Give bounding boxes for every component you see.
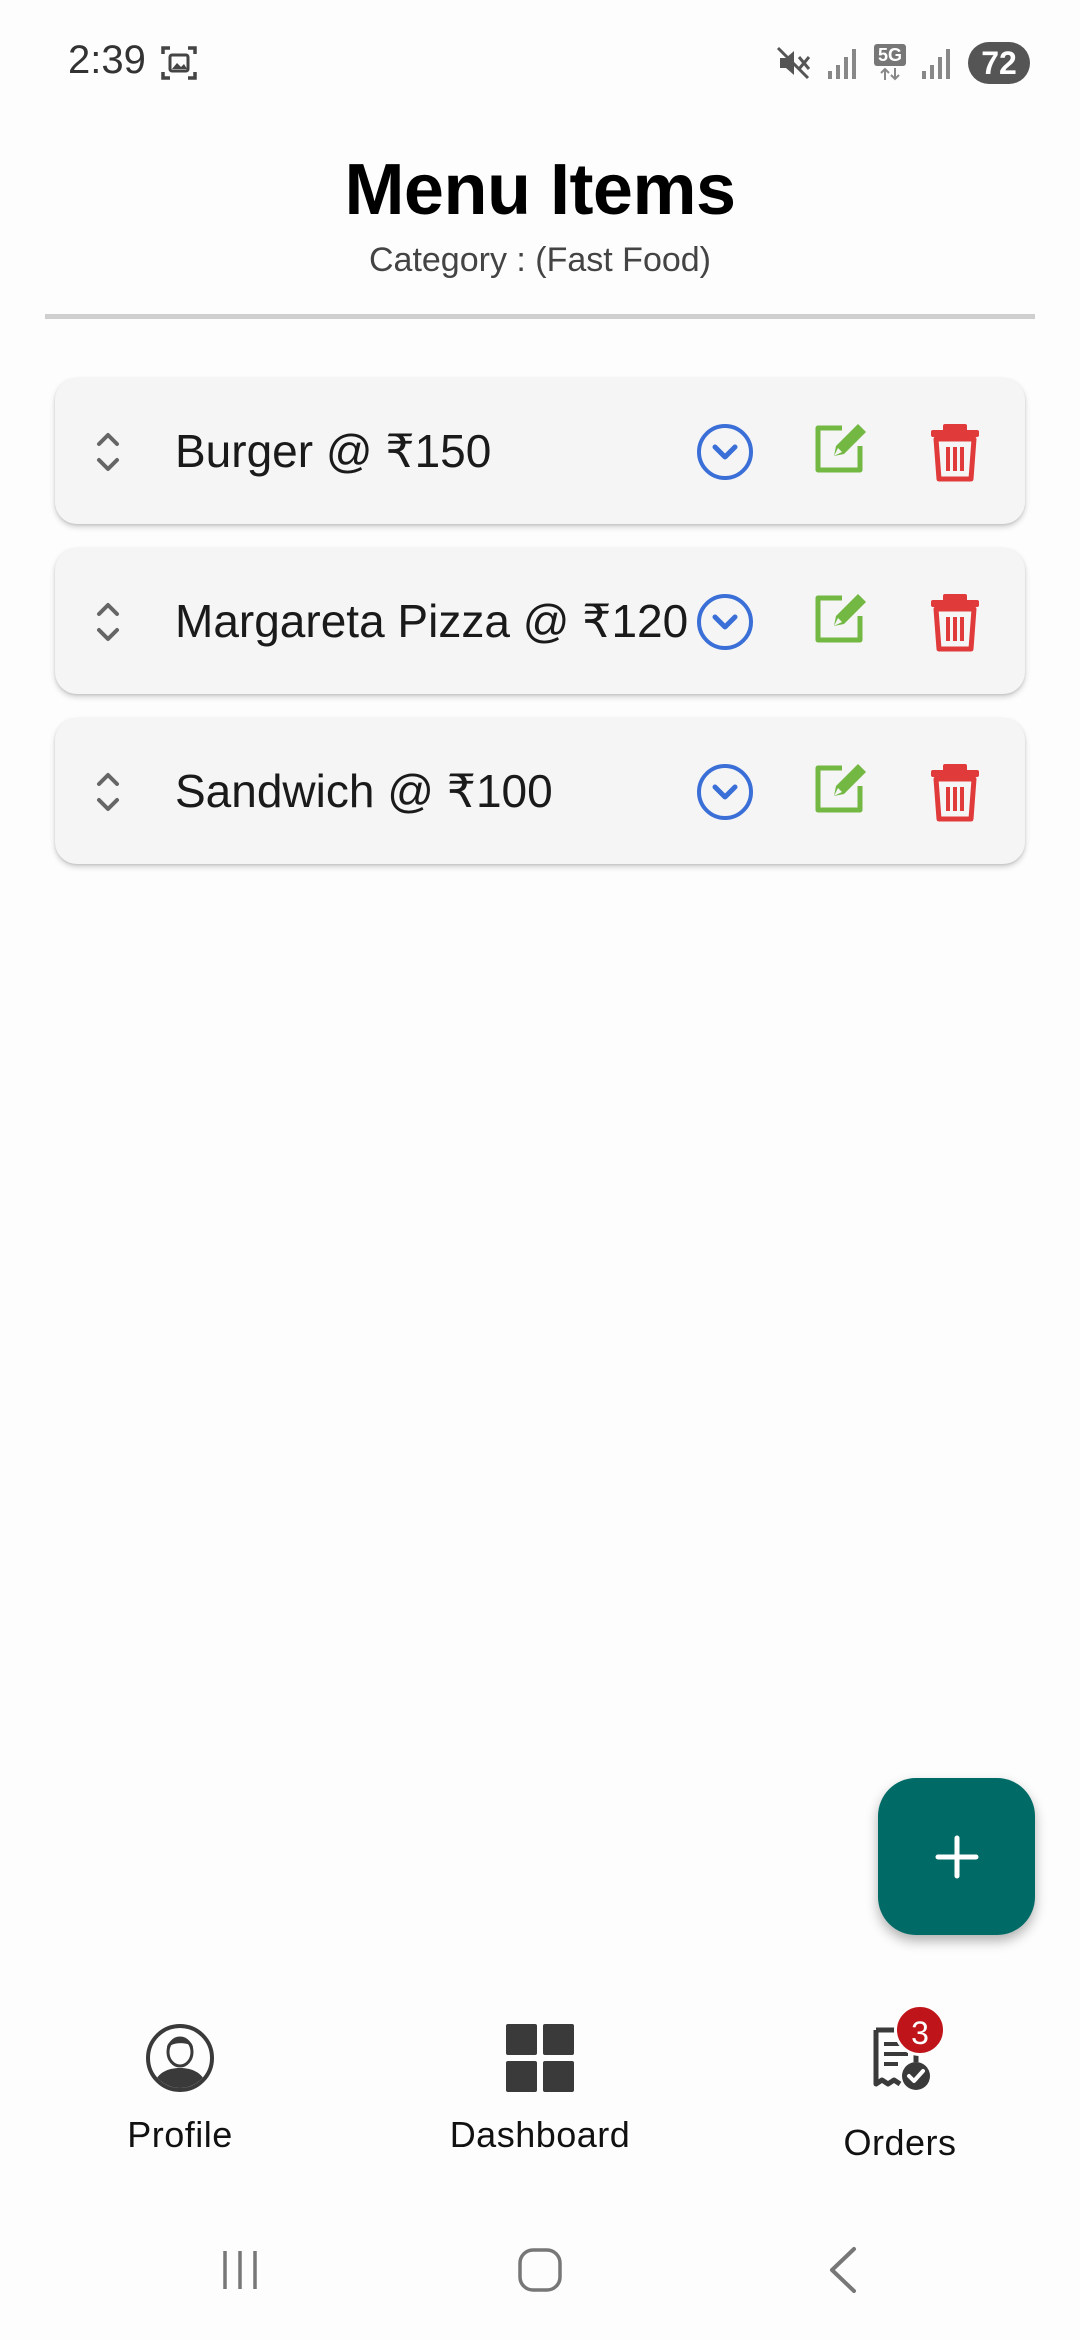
nav-label-orders: Orders (843, 2122, 957, 2163)
nav-label-profile: Profile (127, 2114, 233, 2155)
profile-icon (146, 2024, 214, 2092)
page-header: Menu Items Category : (Fast Food) (0, 145, 1080, 281)
nav-item-dashboard[interactable]: Dashboard (390, 2022, 690, 2156)
delete-icon[interactable] (925, 762, 985, 822)
back-icon[interactable] (820, 2245, 870, 2295)
drag-handle-icon[interactable] (91, 596, 125, 648)
delete-icon[interactable] (925, 422, 985, 482)
menu-item-card[interactable]: Margareta Pizza @ ₹120 (55, 548, 1025, 694)
signal-icon (827, 49, 856, 79)
nav-item-profile[interactable]: Profile (30, 2022, 330, 2156)
header-divider (45, 314, 1035, 319)
expand-icon[interactable] (695, 762, 755, 822)
nav-item-orders[interactable]: 3 Orders (750, 2004, 1050, 2164)
recent-apps-icon[interactable] (215, 2245, 265, 2295)
screenshot-icon (161, 46, 197, 80)
edit-icon[interactable] (810, 758, 870, 818)
mute-icon (776, 46, 811, 80)
status-bar: 2:39 5G 72 (0, 0, 1080, 125)
home-icon[interactable] (515, 2245, 565, 2295)
network-5g-icon: 5G (873, 44, 906, 82)
status-time: 2:39 (68, 38, 146, 82)
plus-icon (935, 1835, 978, 1878)
signal-icon-2 (922, 49, 950, 79)
menu-item-card[interactable]: Burger @ ₹150 (55, 378, 1025, 524)
battery-indicator: 72 (968, 42, 1030, 84)
bottom-navigation: Profile Dashboard 3 Orders (0, 1982, 1080, 2202)
menu-item-card[interactable]: Sandwich @ ₹100 (55, 718, 1025, 864)
orders-count-badge: 3 (894, 2004, 946, 2056)
nav-label-dashboard: Dashboard (449, 2114, 631, 2155)
edit-icon[interactable] (810, 588, 870, 648)
page-title: Menu Items (344, 150, 736, 230)
menu-item-list: Burger @ ₹150 Margareta Pizza @ ₹120 San… (55, 378, 1025, 888)
data-arrows-icon (880, 67, 900, 81)
delete-icon[interactable] (925, 592, 985, 652)
orders-icon-wrapper: 3 (860, 2004, 946, 2102)
menu-item-label: Burger @ ₹150 (175, 425, 492, 477)
menu-item-label: Margareta Pizza @ ₹120 (175, 595, 689, 647)
drag-handle-icon[interactable] (91, 426, 125, 478)
drag-handle-icon[interactable] (91, 766, 125, 818)
add-item-button[interactable] (878, 1778, 1035, 1935)
expand-icon[interactable] (695, 592, 755, 652)
menu-items-screen: 2:39 5G 72 Menu Items Category: (Fast F… (0, 0, 1080, 2340)
dashboard-icon (506, 2024, 574, 2092)
expand-icon[interactable] (695, 422, 755, 482)
system-navigation-bar (0, 2210, 1080, 2340)
status-icons: 5G 72 (774, 40, 1030, 86)
menu-item-label: Sandwich @ ₹100 (175, 765, 553, 817)
edit-icon[interactable] (810, 418, 870, 478)
network-type: 5G (873, 44, 906, 66)
category-subtitle: Category : (Fast Food) (368, 241, 711, 279)
